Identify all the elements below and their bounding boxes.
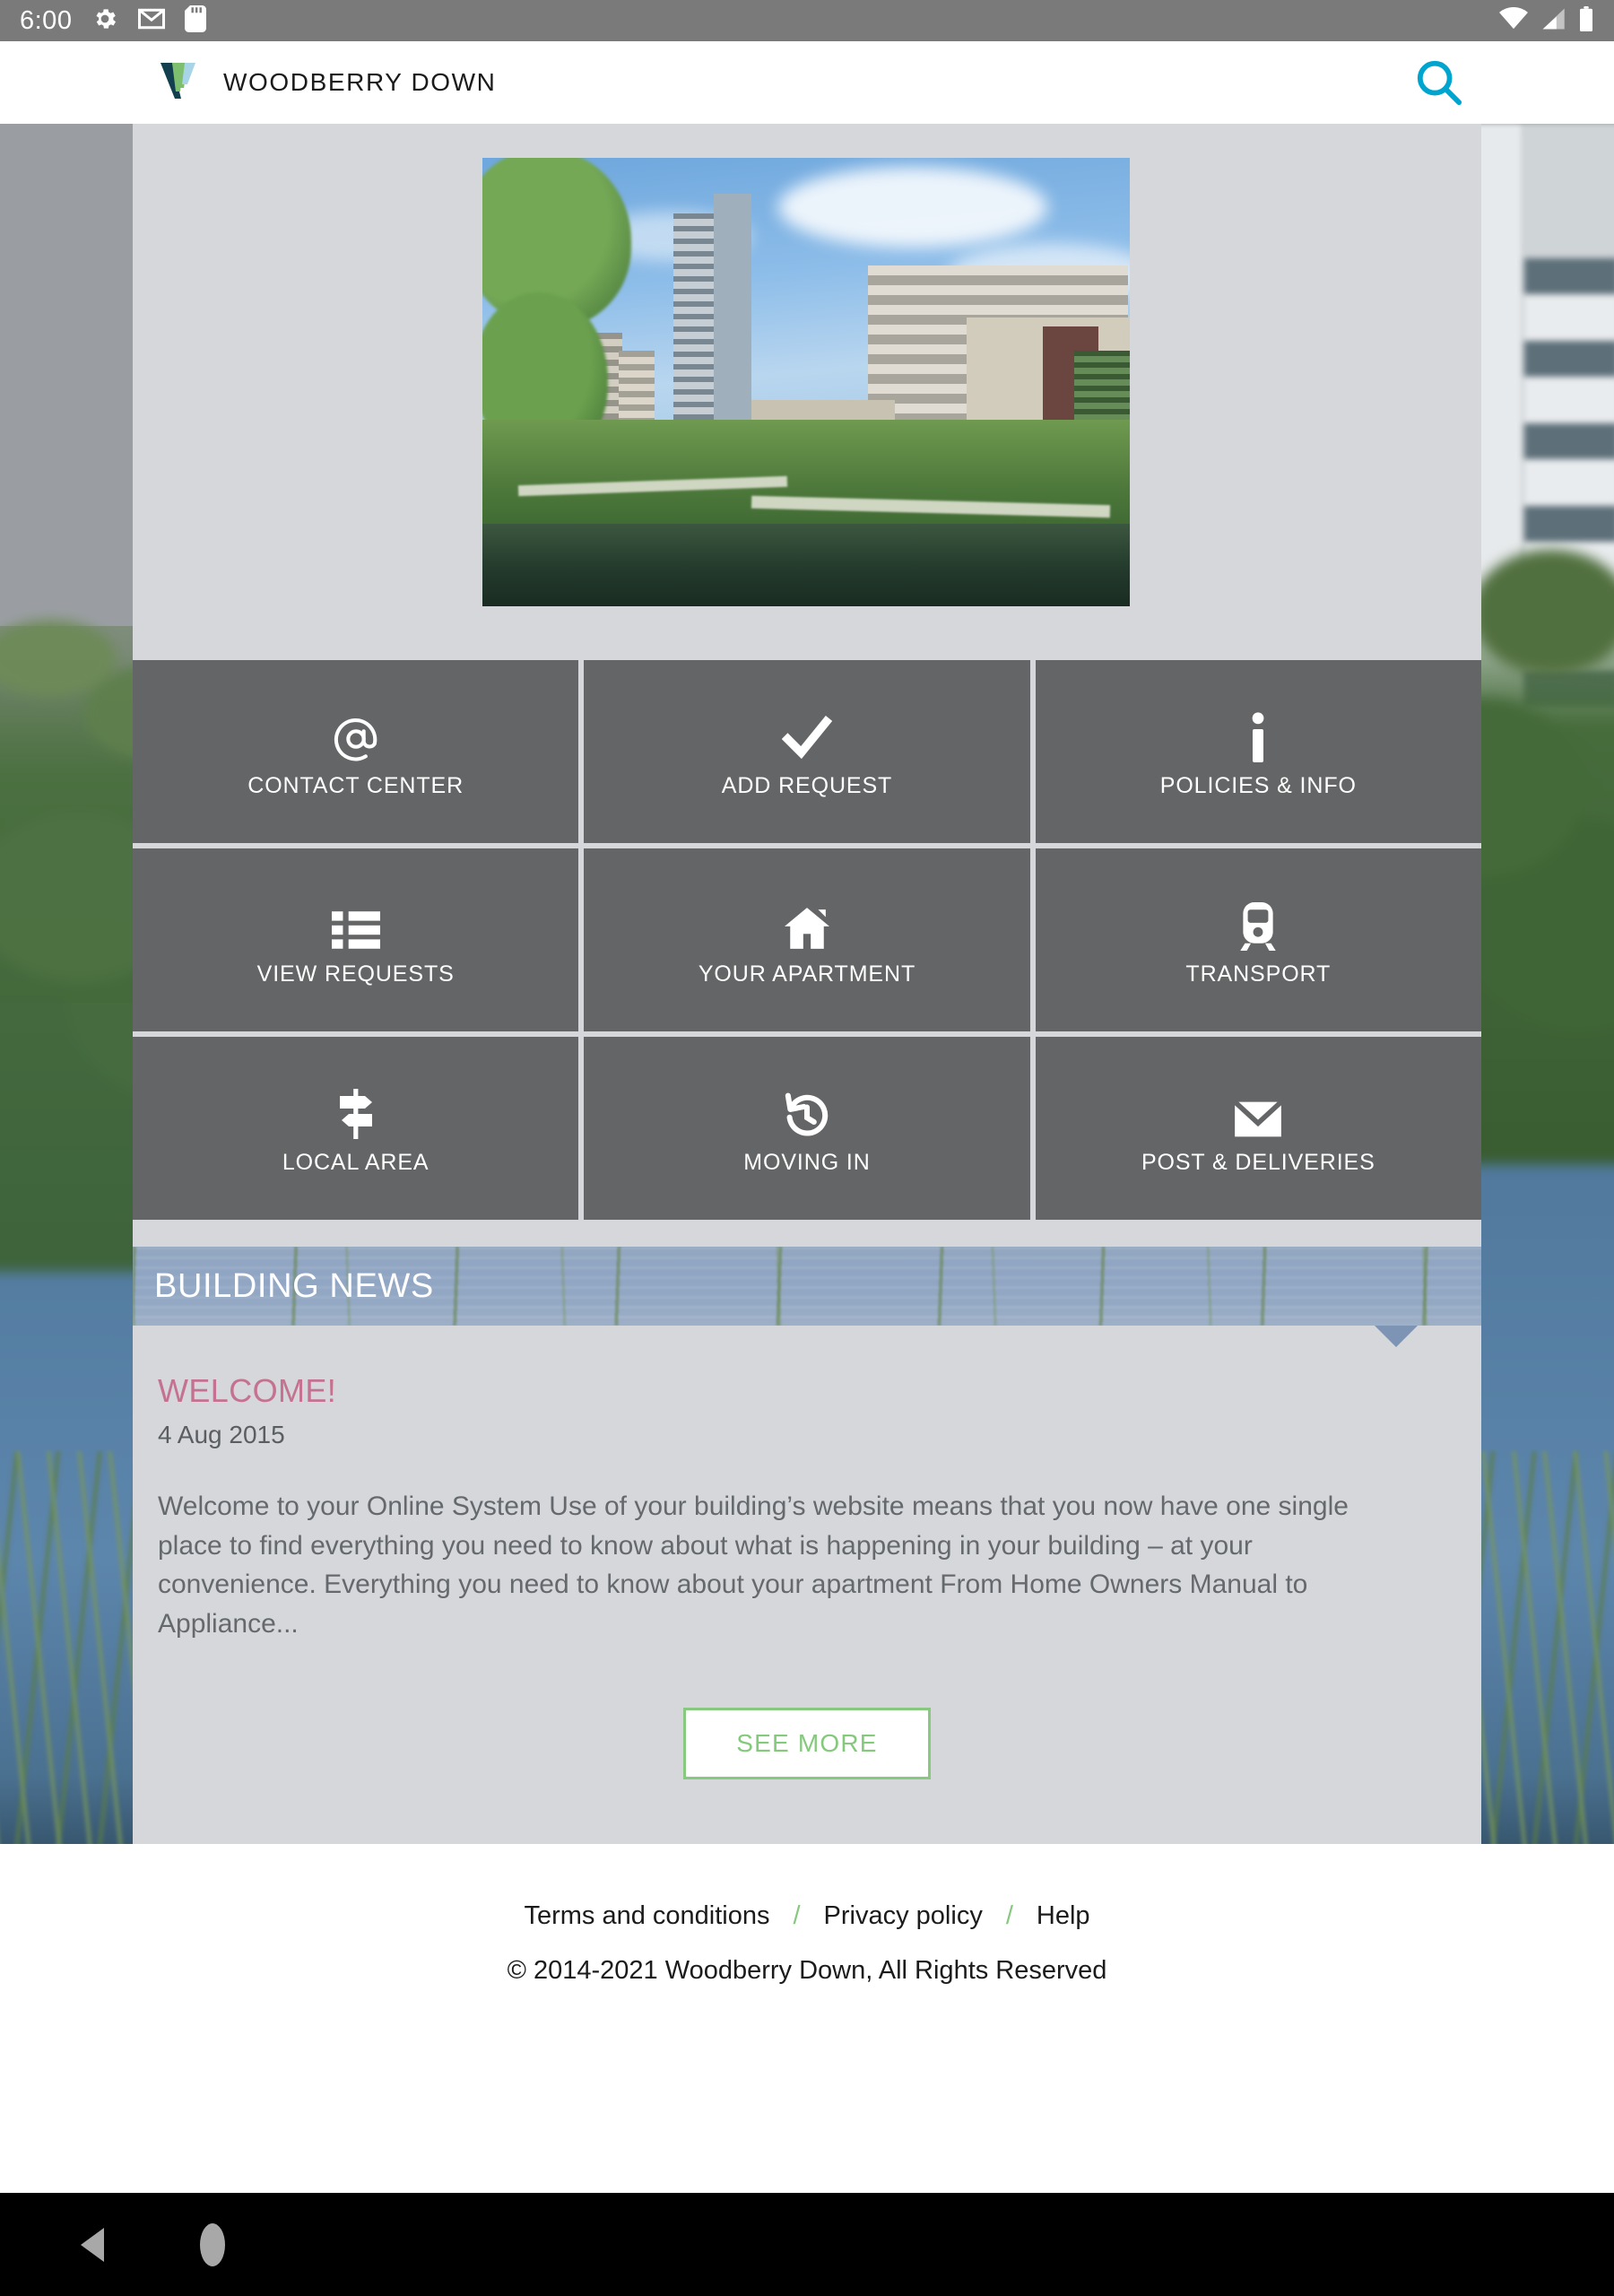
tile-label: POST & DELIVERIES [1141, 1149, 1375, 1175]
news-article: WELCOME! 4 Aug 2015 Welcome to your Onli… [133, 1372, 1481, 1643]
battery-icon [1578, 5, 1594, 36]
tile-label: LOCAL AREA [282, 1149, 430, 1175]
gmail-icon [138, 8, 166, 34]
brand-name: WOODBERRY DOWN [223, 68, 497, 96]
list-icon [331, 895, 380, 951]
tile-policies-info[interactable]: POLICIES & INFO [1035, 660, 1481, 843]
hamburger-menu-icon[interactable] [1514, 63, 1560, 103]
gear-icon [91, 5, 118, 37]
status-bar-left: 6:00 [20, 4, 207, 37]
hero-image [482, 158, 1130, 606]
footer-link-help[interactable]: Help [1037, 1901, 1090, 1931]
tile-label: VIEW REQUESTS [256, 961, 455, 987]
woodberry-logo-icon [160, 61, 203, 105]
back-triangle-icon[interactable] [81, 2227, 104, 2262]
header-actions [1415, 58, 1560, 107]
tile-post-deliveries[interactable]: POST & DELIVERIES [1035, 1037, 1481, 1220]
envelope-icon [1233, 1083, 1284, 1139]
footer-link-privacy[interactable]: Privacy policy [824, 1901, 983, 1931]
footer-separator: / [1005, 1901, 1013, 1930]
site-header: WOODBERRY DOWN [0, 41, 1614, 124]
checkmark-icon [781, 707, 832, 762]
tile-moving-in[interactable]: MOVING IN [584, 1037, 1030, 1220]
at-sign-icon [333, 707, 379, 762]
footer-separator: / [793, 1901, 801, 1930]
see-more-wrapper: SEE MORE [133, 1708, 1481, 1779]
home-icon [782, 895, 832, 951]
quick-links-grid: CONTACT CENTER ADD REQUEST POLICIES & IN… [133, 660, 1481, 1220]
info-icon [1249, 707, 1267, 762]
android-status-bar: 6:00 [0, 0, 1614, 41]
main-content-card: CONTACT CENTER ADD REQUEST POLICIES & IN… [133, 124, 1481, 1844]
site-footer: Terms and conditions / Privacy policy / … [0, 1844, 1614, 2194]
news-headline: WELCOME! [158, 1372, 337, 1409]
brand-logo-link[interactable]: WOODBERRY DOWN [160, 61, 497, 105]
tile-local-area[interactable]: LOCAL AREA [133, 1037, 579, 1220]
footer-links: Terms and conditions / Privacy policy / … [0, 1901, 1614, 1931]
sd-card-icon [185, 4, 207, 37]
home-circle-icon[interactable] [200, 2222, 225, 2266]
status-bar-right [1499, 5, 1594, 36]
tile-view-requests[interactable]: VIEW REQUESTS [133, 848, 579, 1031]
tile-your-apartment[interactable]: YOUR APARTMENT [584, 848, 1030, 1031]
tile-transport[interactable]: TRANSPORT [1035, 848, 1481, 1031]
building-news-title: BUILDING NEWS [154, 1266, 434, 1305]
train-icon [1239, 895, 1277, 951]
history-clock-icon [784, 1083, 830, 1139]
tile-contact-center[interactable]: CONTACT CENTER [133, 660, 579, 843]
building-news-banner: BUILDING NEWS [133, 1247, 1481, 1326]
tile-label: ADD REQUEST [721, 772, 893, 798]
tile-add-request[interactable]: ADD REQUEST [584, 660, 1030, 843]
see-more-button[interactable]: SEE MORE [683, 1708, 931, 1779]
status-bar-clock: 6:00 [20, 5, 73, 35]
banner-pointer-triangle-icon [1375, 1326, 1418, 1347]
android-navigation-bar [0, 2193, 1614, 2296]
wifi-icon [1499, 6, 1528, 35]
tile-label: MOVING IN [743, 1149, 871, 1175]
tile-label: YOUR APARTMENT [698, 961, 916, 987]
footer-link-terms[interactable]: Terms and conditions [524, 1901, 769, 1931]
footer-copyright: © 2014-2021 Woodberry Down, All Rights R… [507, 1956, 1107, 1985]
news-body-text: Welcome to your Online System Use of you… [158, 1492, 1349, 1639]
cellular-signal-icon [1540, 7, 1566, 35]
search-icon[interactable] [1415, 58, 1463, 107]
tile-label: POLICIES & INFO [1159, 772, 1357, 798]
news-date: 4 Aug 2015 [158, 1421, 285, 1448]
tile-label: CONTACT CENTER [247, 772, 464, 798]
signpost-icon [334, 1083, 377, 1139]
tile-label: TRANSPORT [1185, 961, 1332, 987]
